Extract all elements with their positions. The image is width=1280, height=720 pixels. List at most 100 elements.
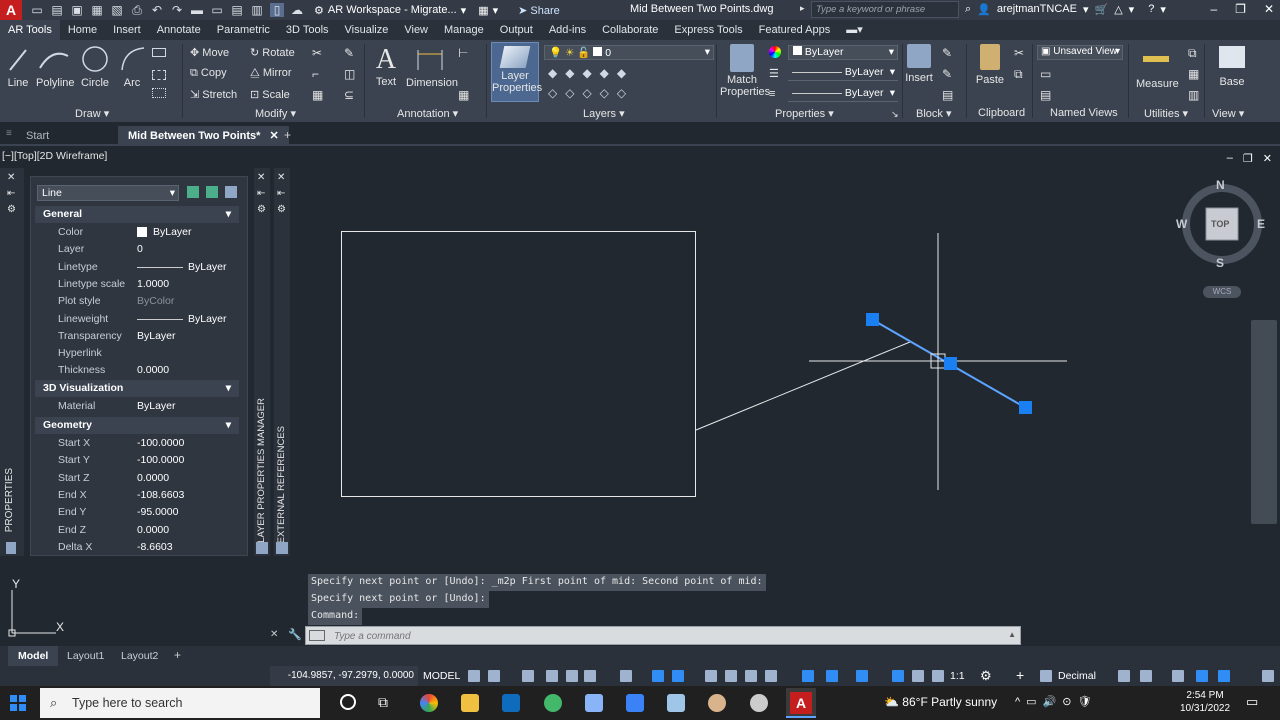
insert-button[interactable]: Insert bbox=[904, 44, 934, 84]
model-space-button[interactable]: MODEL bbox=[423, 666, 460, 686]
select-objects-icon[interactable] bbox=[206, 186, 218, 198]
lineweight-dropdown[interactable]: ByLayer ▾ bbox=[788, 87, 898, 102]
section-header-general[interactable]: General ▾ bbox=[35, 206, 239, 223]
search-icon[interactable]: ⌕ bbox=[965, 3, 971, 16]
tab-layout1[interactable]: Layout1 bbox=[57, 646, 114, 666]
workspace-switcher[interactable]: ⚙ AR Workspace - Migrate... ▾ ▦ ▾ bbox=[314, 4, 498, 17]
compass-west[interactable]: W bbox=[1176, 217, 1187, 231]
folder-icon[interactable]: ▭ bbox=[210, 3, 224, 17]
ribbon-tab-insert[interactable]: Insert bbox=[105, 20, 149, 40]
dimension-button[interactable]: Dimension bbox=[406, 44, 458, 89]
grip-mid[interactable] bbox=[944, 357, 957, 370]
cut-icon[interactable]: ✂ bbox=[1014, 46, 1024, 60]
share-button[interactable]: ➤ Share bbox=[518, 4, 560, 17]
auto-hide-icon[interactable]: ⇤ bbox=[257, 188, 265, 199]
ribbon-tab-express-tools[interactable]: Express Tools bbox=[666, 20, 750, 40]
web-mobile-icon[interactable]: ▧ bbox=[110, 3, 124, 17]
id-point-icon[interactable]: ⧉ bbox=[1188, 46, 1197, 61]
toggle-pickadd-icon[interactable] bbox=[187, 186, 199, 198]
command-line[interactable]: ▲ bbox=[305, 626, 1021, 645]
outlook-icon[interactable] bbox=[502, 694, 520, 712]
property-row[interactable]: Start X -100.0000 bbox=[35, 435, 239, 452]
mirror-button[interactable]: ⧋ Mirror bbox=[250, 67, 292, 80]
coordinate-display[interactable]: -104.9857, -97.2979, 0.0000 bbox=[270, 666, 418, 686]
command-input[interactable] bbox=[334, 629, 1004, 643]
layers-panel-label[interactable]: Layers ▾ bbox=[583, 107, 625, 120]
chrome-icon[interactable] bbox=[420, 694, 438, 712]
lock-ui-icon[interactable] bbox=[1140, 670, 1152, 682]
erase-icon[interactable]: ✎ bbox=[344, 46, 354, 60]
base-view-button[interactable]: Base bbox=[1214, 44, 1250, 88]
slack-icon[interactable] bbox=[544, 694, 562, 712]
ribbon-tab-home[interactable]: Home bbox=[60, 20, 105, 40]
property-row[interactable]: Delta X -8.6603 bbox=[35, 539, 239, 556]
properties-panel-label[interactable]: Properties ▾ bbox=[775, 107, 834, 120]
property-row[interactable]: Lineweight ByLayer bbox=[35, 311, 239, 328]
view-manager-icon[interactable]: ▤ bbox=[1040, 88, 1051, 102]
copy-button[interactable]: ⧉ Copy bbox=[190, 67, 227, 80]
object-snap-icon[interactable] bbox=[672, 670, 684, 682]
tab-active-drawing[interactable]: Mid Between Two Points* ✕ bbox=[118, 126, 289, 146]
command-history-toggle-icon[interactable]: ▲ bbox=[1008, 630, 1016, 639]
app-icon-2[interactable] bbox=[626, 694, 644, 712]
scale-button[interactable]: ⊡ Scale bbox=[250, 88, 290, 101]
save-icon[interactable]: ▣ bbox=[70, 3, 84, 17]
attribute-icon[interactable]: ▤ bbox=[942, 88, 953, 102]
compass-south[interactable]: S bbox=[1216, 256, 1224, 270]
ribbon-tab-featured-apps[interactable]: Featured Apps bbox=[751, 20, 839, 40]
layer-dropdown[interactable]: 💡 ☀ 🔓 0 ▾ bbox=[544, 45, 714, 60]
saveas-icon[interactable]: ▥ bbox=[250, 3, 264, 17]
auto-scale-icon[interactable] bbox=[912, 670, 924, 682]
autocad-taskbar-icon[interactable]: A bbox=[786, 688, 816, 718]
layer-tools-row2[interactable]: ◇◇◇◇◇ bbox=[548, 86, 634, 100]
rectangle-entity[interactable] bbox=[341, 231, 696, 497]
save-as-icon[interactable]: ▦ bbox=[90, 3, 104, 17]
external-references-tab[interactable]: EXTERNAL REFERENCES bbox=[276, 426, 287, 543]
stretch-button[interactable]: ⇲ Stretch bbox=[190, 88, 237, 101]
copy-clip-icon[interactable]: ⧉ bbox=[1014, 67, 1023, 82]
snap-mode-icon[interactable] bbox=[488, 670, 500, 682]
xref-tab-icon[interactable] bbox=[276, 542, 288, 554]
save-cloud-icon[interactable]: ▤ bbox=[230, 3, 244, 17]
chevron-right-icon[interactable]: ▸ bbox=[800, 3, 805, 14]
clock[interactable]: 2:54 PM 10/31/2022 bbox=[1180, 689, 1230, 715]
clean-screen-icon[interactable] bbox=[1218, 670, 1230, 682]
restore-icon[interactable]: ❐ bbox=[1235, 2, 1246, 16]
cart-icon[interactable]: 🛒 bbox=[1094, 3, 1108, 16]
compass-north[interactable]: N bbox=[1216, 178, 1225, 192]
property-row[interactable]: Start Y -100.0000 bbox=[35, 452, 239, 469]
paste-button[interactable]: Paste bbox=[975, 44, 1005, 86]
grip-start[interactable] bbox=[866, 313, 879, 326]
arc-tool[interactable]: Arc bbox=[118, 44, 146, 89]
line-entity[interactable] bbox=[695, 341, 911, 431]
named-view-dropdown[interactable]: ▣ Unsaved View ▾ bbox=[1037, 45, 1123, 60]
explode-icon[interactable]: ◫ bbox=[344, 67, 355, 81]
property-row[interactable]: End Y -95.0000 bbox=[35, 504, 239, 521]
ribbon-tab-output[interactable]: Output bbox=[492, 20, 541, 40]
gizmo-icon[interactable] bbox=[856, 670, 868, 682]
app-menu-button[interactable]: A bbox=[0, 0, 22, 20]
property-row[interactable]: Layer 0 bbox=[35, 241, 239, 258]
help-icon[interactable]: ? bbox=[1148, 3, 1154, 16]
close-icon[interactable]: ✕ bbox=[1264, 2, 1274, 16]
section-header-visualization[interactable]: 3D Visualization ▾ bbox=[35, 379, 239, 397]
grid-display-icon[interactable] bbox=[468, 670, 480, 682]
array-icon[interactable]: ▦ bbox=[312, 88, 323, 102]
ribbon-tab-manage[interactable]: Manage bbox=[436, 20, 492, 40]
fillet-icon[interactable]: ⌐ bbox=[312, 67, 319, 81]
transparency-icon[interactable] bbox=[725, 670, 737, 682]
property-row[interactable]: End Z 0.0000 bbox=[35, 522, 239, 539]
autodesk-icon[interactable]: △ bbox=[1114, 3, 1122, 16]
object-snap-tracking-icon[interactable] bbox=[652, 670, 664, 682]
offset-icon[interactable]: ⊆ bbox=[344, 88, 354, 102]
clipboard-panel-label[interactable]: Clipboard bbox=[978, 107, 1025, 119]
app-icon-5[interactable] bbox=[750, 694, 768, 712]
layer-properties-manager-tab[interactable]: LAYER PROPERTIES MANAGER bbox=[256, 398, 267, 543]
view-panel-label[interactable]: View ▾ bbox=[1212, 107, 1244, 120]
auto-hide-icon[interactable]: ⇤ bbox=[277, 188, 285, 199]
property-row[interactable]: Thickness 0.0000 bbox=[35, 362, 239, 379]
system-tray-icons[interactable]: ^▭🔊⊙🛡 bbox=[1015, 695, 1097, 708]
auto-hide-icon[interactable]: ⇤ bbox=[7, 188, 15, 199]
color-dropdown[interactable]: ByLayer ▾ bbox=[788, 45, 898, 60]
annotation-scale-value[interactable]: 1:1 bbox=[950, 666, 965, 686]
